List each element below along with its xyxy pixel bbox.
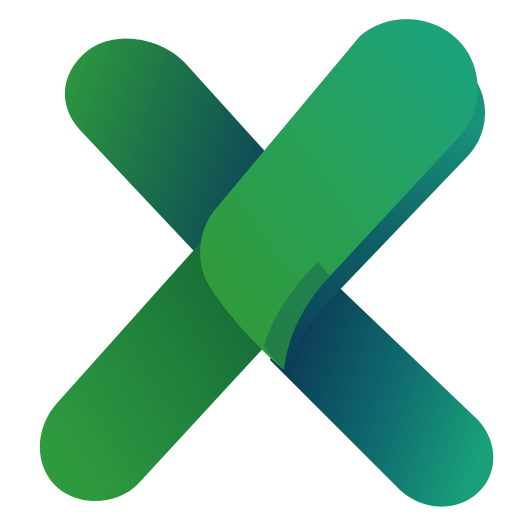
x-letter-logo-icon	[39, 19, 494, 507]
logo-canvas	[0, 0, 512, 512]
